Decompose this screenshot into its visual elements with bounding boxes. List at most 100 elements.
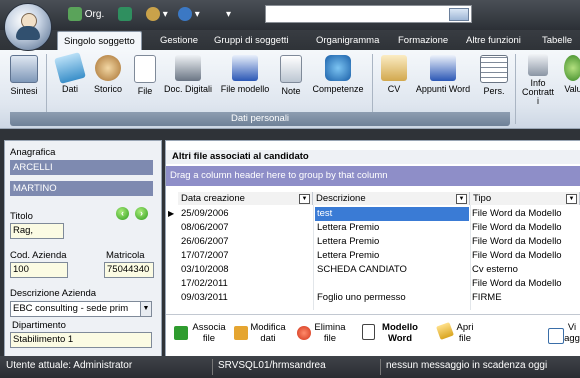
modello-word-button[interactable]: Modello Word: [378, 322, 422, 344]
associa-file-button[interactable]: Associa file: [190, 322, 228, 344]
ribbon-file-button[interactable]: File: [130, 55, 160, 96]
nome-field: MARTINO: [10, 181, 153, 196]
cell-data-creazione: 17/02/2011: [181, 278, 228, 289]
ribbon-pers-label: Pers.: [483, 86, 505, 96]
qat-customize-button[interactable]: ▾: [226, 7, 231, 23]
ribbon-cv-button[interactable]: CV: [379, 55, 409, 94]
tab-gestione[interactable]: Gestione: [160, 33, 198, 49]
note-icon: [280, 55, 302, 83]
word-template-icon: [232, 55, 258, 81]
elimina-file-button[interactable]: Elimina file: [312, 322, 348, 344]
ribbon-sintesi-button[interactable]: Sintesi: [6, 55, 42, 96]
cell-data-creazione: 17/07/2007: [181, 250, 229, 261]
column-header-descrizione[interactable]: Descrizione ▼: [313, 192, 470, 205]
chevron-down-icon[interactable]: ▼: [140, 301, 152, 317]
current-row-indicator-icon: ▶: [168, 209, 175, 218]
tab-gruppi-di-soggetti[interactable]: Gruppi di soggetti: [214, 33, 288, 49]
ribbon-pers-button[interactable]: Pers.: [478, 55, 510, 96]
table-row[interactable]: 17/07/2007 Lettera Premio File Word da M…: [178, 249, 580, 263]
delete-file-icon[interactable]: [297, 326, 311, 340]
search-input[interactable]: [265, 5, 472, 23]
tab-organigramma[interactable]: Organigramma: [316, 33, 379, 49]
table-row[interactable]: 25/09/2006 test File Word da Modello: [178, 207, 580, 221]
filter-dropdown-icon[interactable]: ▼: [566, 194, 577, 204]
ribbon-sintesi-label: Sintesi: [10, 86, 38, 96]
elimina-file-label-2: file: [323, 333, 337, 344]
scanner-icon: [175, 55, 201, 81]
apri-file-label-1: Apri: [456, 322, 474, 333]
qat-grid-button[interactable]: [118, 7, 132, 23]
matricola-field[interactable]: 75044340: [104, 262, 154, 278]
cell-descrizione: Lettera Premio: [317, 222, 380, 233]
ribbon-info-contratti-button[interactable]: Info Contratt i: [518, 54, 558, 106]
table-row[interactable]: 09/03/2011 Foglio uno permesso FIRME: [178, 291, 580, 305]
modifica-dati-button[interactable]: Modifica dati: [247, 322, 289, 344]
ribbon-contratti-label-tail: i: [537, 96, 539, 106]
ribbon-appunti-word-button[interactable]: Appunti Word: [410, 55, 476, 94]
table-row[interactable]: 26/06/2007 Lettera Premio File Word da M…: [178, 235, 580, 249]
dipartimento-label: Dipartimento: [12, 320, 66, 331]
qat-org-button[interactable]: Org.: [68, 7, 104, 23]
column-header-label: Descrizione: [316, 193, 366, 204]
filter-dropdown-icon[interactable]: ▼: [299, 194, 310, 204]
ribbon-competenze-button[interactable]: Competenze: [308, 55, 368, 94]
cell-descrizione: Lettera Premio: [317, 236, 380, 247]
cognome-field: ARCELLI: [10, 160, 153, 175]
titolo-field[interactable]: Rag,: [10, 223, 64, 239]
table-row[interactable]: 08/06/2007 Lettera Premio File Word da M…: [178, 221, 580, 235]
evaluation-person-icon: [564, 55, 580, 81]
edit-data-icon[interactable]: [234, 326, 248, 340]
tab-altre-funzioni[interactable]: Altre funzioni: [466, 33, 521, 49]
cod-azienda-field[interactable]: 100: [10, 262, 68, 278]
cell-tipo: File Word da Modello: [472, 236, 562, 247]
previous-record-icon[interactable]: ‹: [116, 207, 129, 220]
ribbon-storico-label: Storico: [93, 84, 122, 94]
puzzle-icon: [325, 55, 351, 81]
column-header-data-creazione[interactable]: Data creazione ▼: [178, 192, 313, 205]
associa-file-label-2: file: [202, 333, 216, 344]
ribbon-separator: [515, 54, 516, 124]
group-by-bar[interactable]: Drag a column header here to group by th…: [166, 166, 580, 186]
visualizza-aggiorna-button[interactable]: Vi agg: [564, 322, 580, 344]
add-file-icon[interactable]: [174, 326, 188, 340]
ribbon-file-modello-button[interactable]: File modello: [216, 55, 274, 94]
view-update-icon[interactable]: [548, 328, 564, 344]
search-icon[interactable]: [449, 8, 469, 21]
table-row[interactable]: 03/10/2008 SCHEDA CANDIATO Cv esterno: [178, 263, 580, 277]
word-template-icon[interactable]: [362, 324, 375, 340]
grid-settings-icon: [480, 55, 508, 83]
ribbon-note-button[interactable]: Note: [276, 55, 306, 96]
column-header-label: Tipo: [473, 193, 492, 204]
descrizione-azienda-select[interactable]: EBC consulting - sede prim: [10, 301, 142, 317]
ribbon-doc-digitali-button[interactable]: Doc. Digitali: [160, 55, 216, 94]
visualizza-label-1: Vi: [567, 322, 577, 333]
qat-org-label: Org.: [84, 9, 105, 20]
cell-descrizione-selected[interactable]: test: [315, 207, 469, 221]
cell-tipo: File Word da Modello: [472, 278, 562, 289]
ribbon-dati-button[interactable]: Dati: [52, 52, 88, 94]
apri-file-button[interactable]: Apri file: [454, 322, 476, 344]
matricola-label: Matricola: [106, 250, 145, 261]
qat-info-button[interactable]: ▾: [178, 7, 200, 23]
files-panel-title: Altri file associati al candidato: [166, 150, 580, 164]
filter-dropdown-icon[interactable]: ▼: [456, 194, 467, 204]
table-row[interactable]: 17/02/2011 File Word da Modello: [178, 277, 580, 291]
modello-word-label-1: Modello: [382, 322, 418, 333]
cell-tipo: File Word da Modello: [472, 250, 562, 261]
contract-icon: [528, 54, 548, 76]
tab-formazione[interactable]: Formazione: [398, 33, 448, 49]
ribbon-storico-button[interactable]: Storico: [89, 55, 127, 94]
status-separator: [380, 359, 381, 375]
column-header-tipo[interactable]: Tipo ▼: [470, 192, 580, 205]
tab-singolo-soggetto[interactable]: Singolo soggetto: [57, 31, 142, 51]
qat-user-button[interactable]: ▾: [146, 7, 168, 23]
cell-data-creazione: 08/06/2007: [181, 222, 229, 233]
dipartimento-field[interactable]: Stabilimento 1: [10, 332, 152, 348]
ribbon-valutazioni-label: Valu: [564, 84, 580, 94]
table-icon: [118, 7, 132, 22]
app-menu-orb[interactable]: [4, 3, 52, 51]
tab-tabelle[interactable]: Tabelle: [542, 33, 572, 49]
cell-descrizione: Lettera Premio: [317, 250, 380, 261]
next-record-icon[interactable]: ›: [135, 207, 148, 220]
ribbon-valutazioni-button[interactable]: Valu: [562, 55, 580, 94]
